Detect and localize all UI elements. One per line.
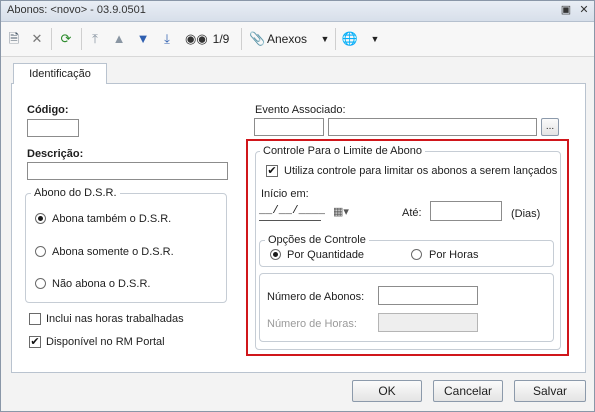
codigo-label: Código: [27,104,69,116]
new-icon[interactable]: 🗎 [7,30,21,48]
dias-label: (Dias) [511,208,541,220]
toolbar: 🗎 ✕ ⟳ ⤒ ▲ ▼ ⤓ ◉◉ 1/9 📎 Anexos ▼ 🌐 ▼ [1,22,594,57]
globe-icon[interactable]: 🌐 [341,30,359,48]
inclui-horas-checkbox[interactable] [29,313,41,325]
cancel-button[interactable]: Cancelar [433,380,503,402]
codigo-input[interactable] [27,119,79,137]
toolbar-separator [81,28,82,50]
num-abonos-input[interactable] [378,286,478,305]
radio-nao-abona[interactable] [35,278,46,289]
chevron-down-icon[interactable]: ▼ [319,30,331,48]
num-abonos-label: Número de Abonos: [267,291,365,303]
record-position: 1/9 [212,32,230,46]
window-title: Abonos: <novo> - 03.9.0501 [7,4,146,16]
tab-identificacao[interactable]: Identificação [13,63,107,84]
por-horas-label: Por Horas [429,249,479,261]
evento-code-input[interactable] [254,118,324,136]
por-quantidade-label: Por Quantidade [287,249,365,261]
title-bar: Abonos: <novo> - 03.9.0501 ▣ ✕ [1,1,594,22]
radio-por-quantidade[interactable] [270,249,281,260]
inicio-label: Início em: [261,188,309,200]
evento-label: Evento Associado: [255,104,346,116]
save-button[interactable]: Salvar [514,380,586,402]
num-horas-input [378,313,478,332]
disponivel-portal-label: Disponível no RM Portal [46,336,165,348]
delete-icon[interactable]: ✕ [29,30,45,48]
previous-record-icon[interactable]: ▲ [111,30,127,48]
descricao-label: Descrição: [27,148,84,160]
radio-abona-tambem[interactable] [35,213,46,224]
dsr-group-label: Abono do D.S.R. [31,187,120,199]
chevron-down-icon[interactable]: ▼ [369,30,381,48]
first-record-icon[interactable]: ⤒ [87,30,103,48]
next-record-icon[interactable]: ▼ [135,30,151,48]
inicio-date-input[interactable]: __/__/____ [259,203,325,221]
close-icon[interactable]: ✕ [577,3,591,17]
toolbar-separator [241,28,242,50]
toolbar-separator [335,28,336,50]
anexos-button[interactable]: Anexos [267,30,317,48]
controle-group-label: Controle Para o Limite de Abono [260,145,425,157]
restore-icon[interactable]: ▣ [559,3,573,17]
abona-somente-label: Abona somente o D.S.R. [52,246,174,258]
ate-label: Até: [402,207,422,219]
dialog-window: Abonos: <novo> - 03.9.0501 ▣ ✕ 🗎 ✕ ⟳ ⤒ ▲… [0,0,595,412]
last-record-icon[interactable]: ⤓ [159,30,175,48]
descricao-input[interactable] [27,162,228,180]
evento-desc-input[interactable] [328,118,537,136]
evento-lookup-button[interactable]: ... [541,118,559,136]
opcoes-group-label: Opções de Controle [265,234,369,246]
utiliza-controle-label: Utiliza controle para limitar os abonos … [284,165,558,177]
num-horas-label: Número de Horas: [267,318,357,330]
ate-input[interactable] [430,201,502,221]
calendar-icon[interactable]: ▦▾ [333,205,349,218]
radio-abona-somente[interactable] [35,246,46,257]
nao-abona-label: Não abona o D.S.R. [52,278,151,290]
utiliza-controle-checkbox[interactable]: ✔ [266,165,278,177]
ok-button[interactable]: OK [352,380,422,402]
radio-por-horas[interactable] [411,249,422,260]
inclui-horas-label: Inclui nas horas trabalhadas [46,313,184,325]
toolbar-separator [51,28,52,50]
disponivel-portal-checkbox[interactable]: ✔ [29,336,41,348]
binoculars-icon[interactable]: ◉◉ [185,30,208,48]
paperclip-icon: 📎 [249,31,266,46]
refresh-icon[interactable]: ⟳ [57,30,75,48]
abona-tambem-label: Abona também o D.S.R. [52,213,172,225]
